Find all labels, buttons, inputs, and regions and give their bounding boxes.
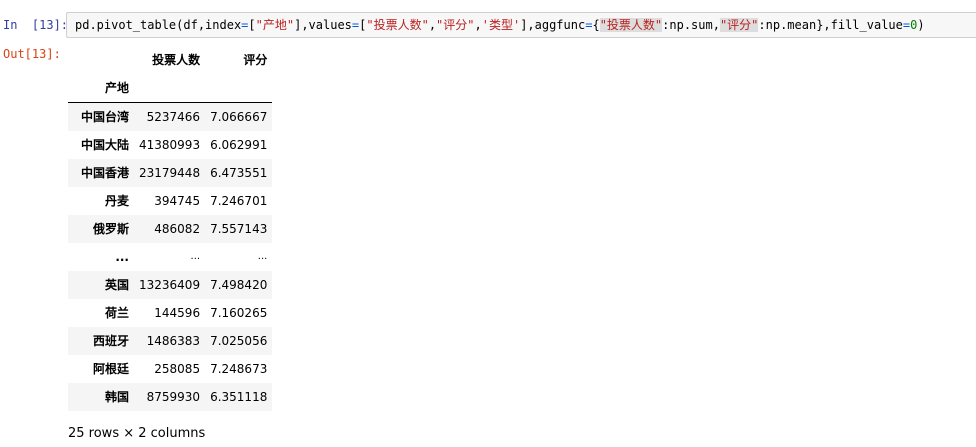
table-row: 英国 13236409 7.498420: [68, 271, 273, 299]
cell-score: 7.025056: [210, 334, 268, 348]
table-row: 荷兰 144596 7.160265: [68, 299, 273, 327]
table-row: 中国香港 23179448 6.473551: [68, 159, 273, 187]
input-cell[interactable]: In [13]: pd.pivot_table(df,index=["产地"],…: [0, 12, 976, 38]
cell-score: 7.498420: [210, 278, 268, 292]
code-string: "产地": [255, 18, 295, 32]
code-token: ,: [474, 18, 482, 32]
cell-score: ...: [257, 251, 268, 262]
table-row: 中国大陆 41380993 6.062991: [68, 131, 273, 159]
index-name: 产地: [68, 74, 134, 103]
row-index: 荷兰: [104, 306, 129, 320]
table-row: 俄罗斯 486082 7.557143: [68, 215, 273, 243]
code-line[interactable]: pd.pivot_table(df,index=["产地"],values=["…: [75, 18, 925, 32]
index-name-row: 产地: [68, 74, 273, 103]
code-editor[interactable]: pd.pivot_table(df,index=["产地"],values=["…: [66, 12, 976, 38]
cell-votes: 486082: [154, 222, 201, 236]
code-token: ],aggfunc: [520, 18, 586, 32]
code-token: [: [248, 18, 256, 32]
table-row: 韩国 8759930 6.351118: [68, 383, 273, 411]
code-token: ,: [428, 18, 437, 32]
cell-score: 7.160265: [210, 306, 268, 320]
input-prompt: In [13]:: [3, 18, 69, 32]
dataframe-shape-note: 25 rows × 2 columns: [68, 426, 206, 441]
cell-score: 7.066667: [210, 110, 268, 124]
output-area: 投票人数 评分 产地 中国台湾 5237466 7.066667 中国大陆 41…: [68, 46, 273, 411]
code-string: '类型': [481, 18, 521, 32]
cell-votes: 258085: [154, 362, 201, 376]
row-index: 中国大陆: [80, 138, 129, 152]
table-row: 丹麦 394745 7.246701: [68, 187, 273, 215]
table-row: 阿根廷 258085 7.248673: [68, 355, 273, 383]
row-index: 西班牙: [92, 334, 129, 348]
index-name-spacer: [205, 74, 273, 103]
code-token: pd.pivot_table(df,index: [75, 18, 242, 32]
row-index: 阿根廷: [92, 362, 129, 376]
cell-votes: 394745: [154, 194, 201, 208]
table-row: 西班牙 1486383 7.025056: [68, 327, 273, 355]
cell-score: 7.246701: [210, 194, 268, 208]
cell-votes: 8759930: [146, 390, 201, 404]
cell-votes: 23179448: [139, 166, 201, 180]
code-token: :np.sum,: [662, 18, 720, 32]
row-index: 英国: [104, 278, 129, 292]
cell-score: 6.062991: [210, 138, 268, 152]
cell-votes: 1486383: [146, 334, 201, 348]
cell-score: 7.557143: [210, 222, 268, 236]
cell-votes: ...: [190, 251, 201, 262]
index-name-spacer: [134, 74, 206, 103]
cell-votes: 144596: [154, 306, 201, 320]
output-prompt: Out[13]:: [3, 47, 61, 61]
table-row: 中国台湾 5237466 7.066667: [68, 102, 273, 131]
cell-votes: 5237466: [146, 110, 201, 124]
column-header-votes: 投票人数: [152, 53, 201, 67]
column-header-score: 评分: [243, 53, 268, 67]
code-token: {: [592, 18, 600, 32]
header-corner: [68, 46, 134, 74]
dataframe-table: 投票人数 评分 产地 中国台湾 5237466 7.066667 中国大陆 41…: [68, 46, 273, 411]
row-index: 韩国: [104, 390, 129, 404]
cell-score: 7.248673: [210, 362, 268, 376]
code-token: ): [917, 18, 925, 32]
code-string: "评分": [436, 18, 475, 32]
code-token: ],values: [294, 18, 352, 32]
code-token: :np.mean},fill_value: [758, 18, 903, 32]
row-index: 中国香港: [80, 166, 129, 180]
code-string-highlighted: "评分": [719, 18, 759, 32]
row-index: 丹麦: [104, 194, 129, 208]
cell-score: 6.473551: [210, 166, 268, 180]
table-row-ellipsis: ... ... ...: [68, 243, 273, 271]
cell-score: 6.351118: [210, 390, 268, 404]
cell-votes: 41380993: [139, 138, 201, 152]
code-string-highlighted: "投票人数": [599, 18, 663, 32]
row-index: ...: [115, 250, 129, 264]
row-index: 俄罗斯: [92, 222, 129, 236]
code-string: "投票人数": [366, 18, 429, 32]
column-header-row: 投票人数 评分: [68, 46, 272, 74]
row-index: 中国台湾: [80, 110, 129, 124]
cell-votes: 13236409: [139, 278, 201, 292]
